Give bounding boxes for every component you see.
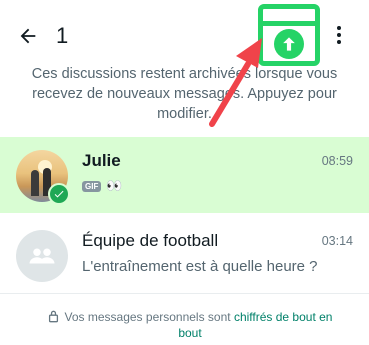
more-vertical-icon <box>337 26 341 30</box>
divider <box>0 293 369 294</box>
arrow-left-icon <box>20 28 36 44</box>
top-bar: 1 <box>0 0 369 70</box>
unarchive-icon <box>274 29 304 59</box>
chat-time: 03:14 <box>321 234 353 248</box>
back-button[interactable] <box>14 22 42 50</box>
gif-badge: GIF <box>82 180 102 192</box>
encryption-text: Vos messages personnels sont <box>64 310 234 324</box>
more-options-button[interactable] <box>330 22 348 48</box>
chat-name: Julie <box>82 151 121 170</box>
chat-preview: GIF 👀 <box>82 178 124 194</box>
chat-preview: L'entraînement est à quelle heure ? <box>82 258 318 275</box>
unarchive-button[interactable] <box>258 4 320 66</box>
archive-box-lid <box>263 21 315 26</box>
chat-name: Équipe de football <box>82 231 219 250</box>
eyes-emoji: 👀 <box>106 178 124 193</box>
chat-row-julie[interactable]: Julie 08:59 GIF 👀 <box>0 137 369 213</box>
selected-count: 1 <box>56 23 69 48</box>
selected-check-icon <box>48 183 70 205</box>
chat-row-equipe-football[interactable]: Équipe de football 03:14 L'entraînement … <box>0 217 369 293</box>
encryption-notice: Vos messages personnels sont chiffrés de… <box>40 309 340 341</box>
group-avatar-icon <box>16 230 68 282</box>
lock-icon <box>48 310 58 323</box>
archive-settings-info[interactable]: Ces discussions restent archivées lorsqu… <box>20 64 349 124</box>
chat-time: 08:59 <box>321 154 353 168</box>
avatar <box>16 150 70 205</box>
